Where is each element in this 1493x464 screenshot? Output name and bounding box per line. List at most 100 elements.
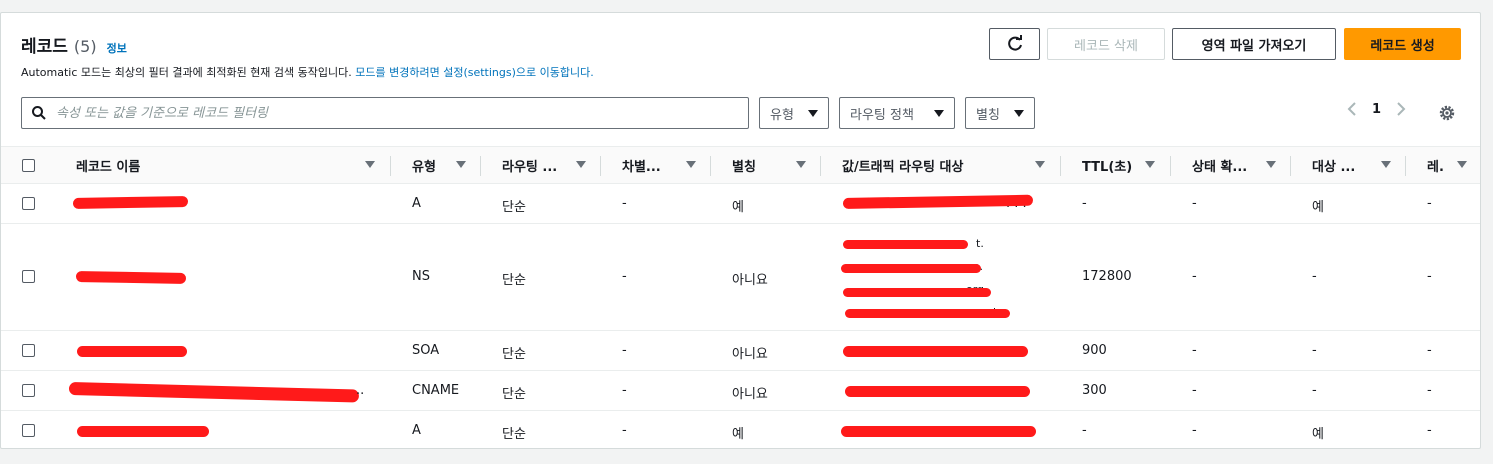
- table-header: 레코드 이름 유형 라우팅 ... 차별... 별칭 값/트래픽 라우팅 대상 …: [1, 146, 1480, 184]
- cell-differentiator: -: [622, 269, 627, 284]
- col-header-more[interactable]: 레.: [1427, 147, 1451, 183]
- cell-routing: 단순: [502, 427, 526, 442]
- col-header-routing[interactable]: 라우팅 ...: [502, 147, 572, 183]
- chevron-right-icon[interactable]: [1395, 101, 1407, 117]
- redaction-mark: [77, 426, 209, 437]
- cell-ttl: -: [1082, 196, 1087, 211]
- cell-ttl: 172800: [1082, 269, 1132, 284]
- cell-alias: 예: [732, 427, 744, 442]
- row-checkbox[interactable]: [22, 344, 35, 357]
- cell-health: -: [1192, 343, 1197, 358]
- col-header-differentiator[interactable]: 차별...: [622, 147, 677, 183]
- delete-record-button[interactable]: 레코드 삭제: [1047, 28, 1165, 60]
- record-count: (5): [73, 37, 97, 56]
- search-mode-description: Automatic 모드는 최상의 필터 결과에 최적화된 현재 검색 동작입니…: [21, 64, 594, 80]
- cell-alias: 예: [732, 200, 744, 215]
- chevron-left-icon[interactable]: [1346, 101, 1358, 117]
- col-header-type[interactable]: 유형: [412, 147, 452, 183]
- description-text: Automatic 모드는 최상의 필터 결과에 최적화된 현재 검색 동작입니…: [21, 66, 356, 79]
- cell-more: -: [1427, 383, 1432, 398]
- col-header-record-name[interactable]: 레코드 이름: [76, 147, 356, 183]
- create-record-button[interactable]: 레코드 생성: [1344, 28, 1461, 60]
- refresh-icon: [1007, 35, 1022, 51]
- table-row[interactable]: SOA 단순 - 아니요 . . . 900 - - -: [1, 331, 1480, 371]
- table-row[interactable]: A 단순 - 예 . . . - - 예 -: [1, 184, 1480, 224]
- cell-alias: 아니요: [732, 387, 768, 402]
- cell-type: A: [412, 196, 421, 211]
- cell-health: -: [1192, 269, 1197, 284]
- cell-differentiator: -: [622, 343, 627, 358]
- settings-link[interactable]: 모드를 변경하려면 설정(settings)으로 이동합니다.: [355, 66, 593, 79]
- routing-policy-filter[interactable]: 라우팅 정책: [839, 97, 955, 129]
- caret-down-icon: [808, 109, 818, 117]
- redaction-mark: [845, 309, 1010, 318]
- cell-target: -: [1312, 343, 1317, 358]
- page-title: 레코드: [21, 37, 68, 57]
- col-header-value[interactable]: 값/트래픽 라우팅 대상: [842, 147, 1032, 183]
- redaction-mark: [72, 195, 189, 209]
- cell-type: NS: [412, 269, 430, 284]
- cell-health: -: [1192, 423, 1197, 438]
- cell-health: -: [1192, 196, 1197, 211]
- caret-down-icon: [934, 109, 944, 117]
- info-link[interactable]: 정보: [107, 40, 127, 56]
- table-row[interactable]: A 단순 - 예 . . . - - 예 -: [1, 411, 1480, 449]
- cell-routing: 단순: [502, 200, 526, 215]
- records-title: 레코드 (5) 정보: [21, 32, 127, 57]
- cell-more: -: [1427, 343, 1432, 358]
- alias-filter-label: 별칭: [976, 107, 1000, 123]
- caret-down-icon: [1014, 109, 1024, 117]
- row-checkbox[interactable]: [22, 270, 35, 283]
- sort-icon[interactable]: [576, 161, 586, 168]
- table-row[interactable]: NS 단순 - 아니요 t. com. org. uk. 172800 - - …: [1, 224, 1480, 331]
- cell-health: -: [1192, 383, 1197, 398]
- import-zone-file-button[interactable]: 영역 파일 가져오기: [1172, 28, 1336, 60]
- search-icon: [32, 106, 46, 120]
- page-number[interactable]: 1: [1372, 102, 1381, 117]
- cell-ttl: 300: [1082, 383, 1107, 398]
- sort-icon[interactable]: [686, 161, 696, 168]
- redaction-mark: [842, 194, 1034, 209]
- cell-target: -: [1312, 383, 1317, 398]
- col-header-ttl[interactable]: TTL(초): [1082, 147, 1142, 183]
- row-checkbox[interactable]: [22, 197, 35, 210]
- select-all-checkbox[interactable]: [22, 159, 35, 172]
- routing-filter-label: 라우팅 정책: [850, 107, 914, 123]
- search-input[interactable]: [54, 104, 748, 122]
- cell-differentiator: -: [622, 383, 627, 398]
- cell-type: SOA: [412, 343, 440, 358]
- cell-more: -: [1427, 196, 1432, 211]
- redaction-mark: [843, 346, 1028, 357]
- search-box: [21, 97, 749, 129]
- col-header-target[interactable]: 대상 ...: [1312, 147, 1377, 183]
- sort-icon[interactable]: [1457, 161, 1467, 168]
- settings-gear-icon[interactable]: [1438, 104, 1456, 122]
- redaction-mark: [843, 240, 968, 249]
- cell-value-line: t.: [976, 237, 984, 250]
- refresh-button[interactable]: [989, 28, 1040, 60]
- cell-target: -: [1312, 269, 1317, 284]
- records-panel: 레코드 (5) 정보 Automatic 모드는 최상의 필터 결과에 최적화된…: [0, 12, 1481, 449]
- cell-routing: 단순: [502, 387, 526, 402]
- row-checkbox[interactable]: [22, 384, 35, 397]
- sort-icon[interactable]: [456, 161, 466, 168]
- col-header-health-check[interactable]: 상태 확...: [1192, 147, 1262, 183]
- redaction-mark: [841, 426, 1036, 437]
- pagination: 1: [1346, 101, 1407, 117]
- row-checkbox[interactable]: [22, 424, 35, 437]
- sort-icon[interactable]: [796, 161, 806, 168]
- sort-icon[interactable]: [1381, 161, 1391, 168]
- redaction-mark: [843, 288, 991, 297]
- type-filter[interactable]: 유형: [759, 97, 829, 129]
- cell-more: -: [1427, 423, 1432, 438]
- cell-alias: 아니요: [732, 347, 768, 362]
- sort-icon[interactable]: [1035, 161, 1045, 168]
- table-row[interactable]: .. CNAME 단순 - 아니요 . . . 300 - - -: [1, 371, 1480, 411]
- sort-icon[interactable]: [1266, 161, 1276, 168]
- cell-target: 예: [1312, 427, 1324, 442]
- col-header-alias[interactable]: 별칭: [732, 147, 782, 183]
- sort-icon[interactable]: [365, 161, 375, 168]
- alias-filter[interactable]: 별칭: [965, 97, 1035, 129]
- sort-icon[interactable]: [1145, 161, 1155, 168]
- redaction-mark: [841, 264, 981, 273]
